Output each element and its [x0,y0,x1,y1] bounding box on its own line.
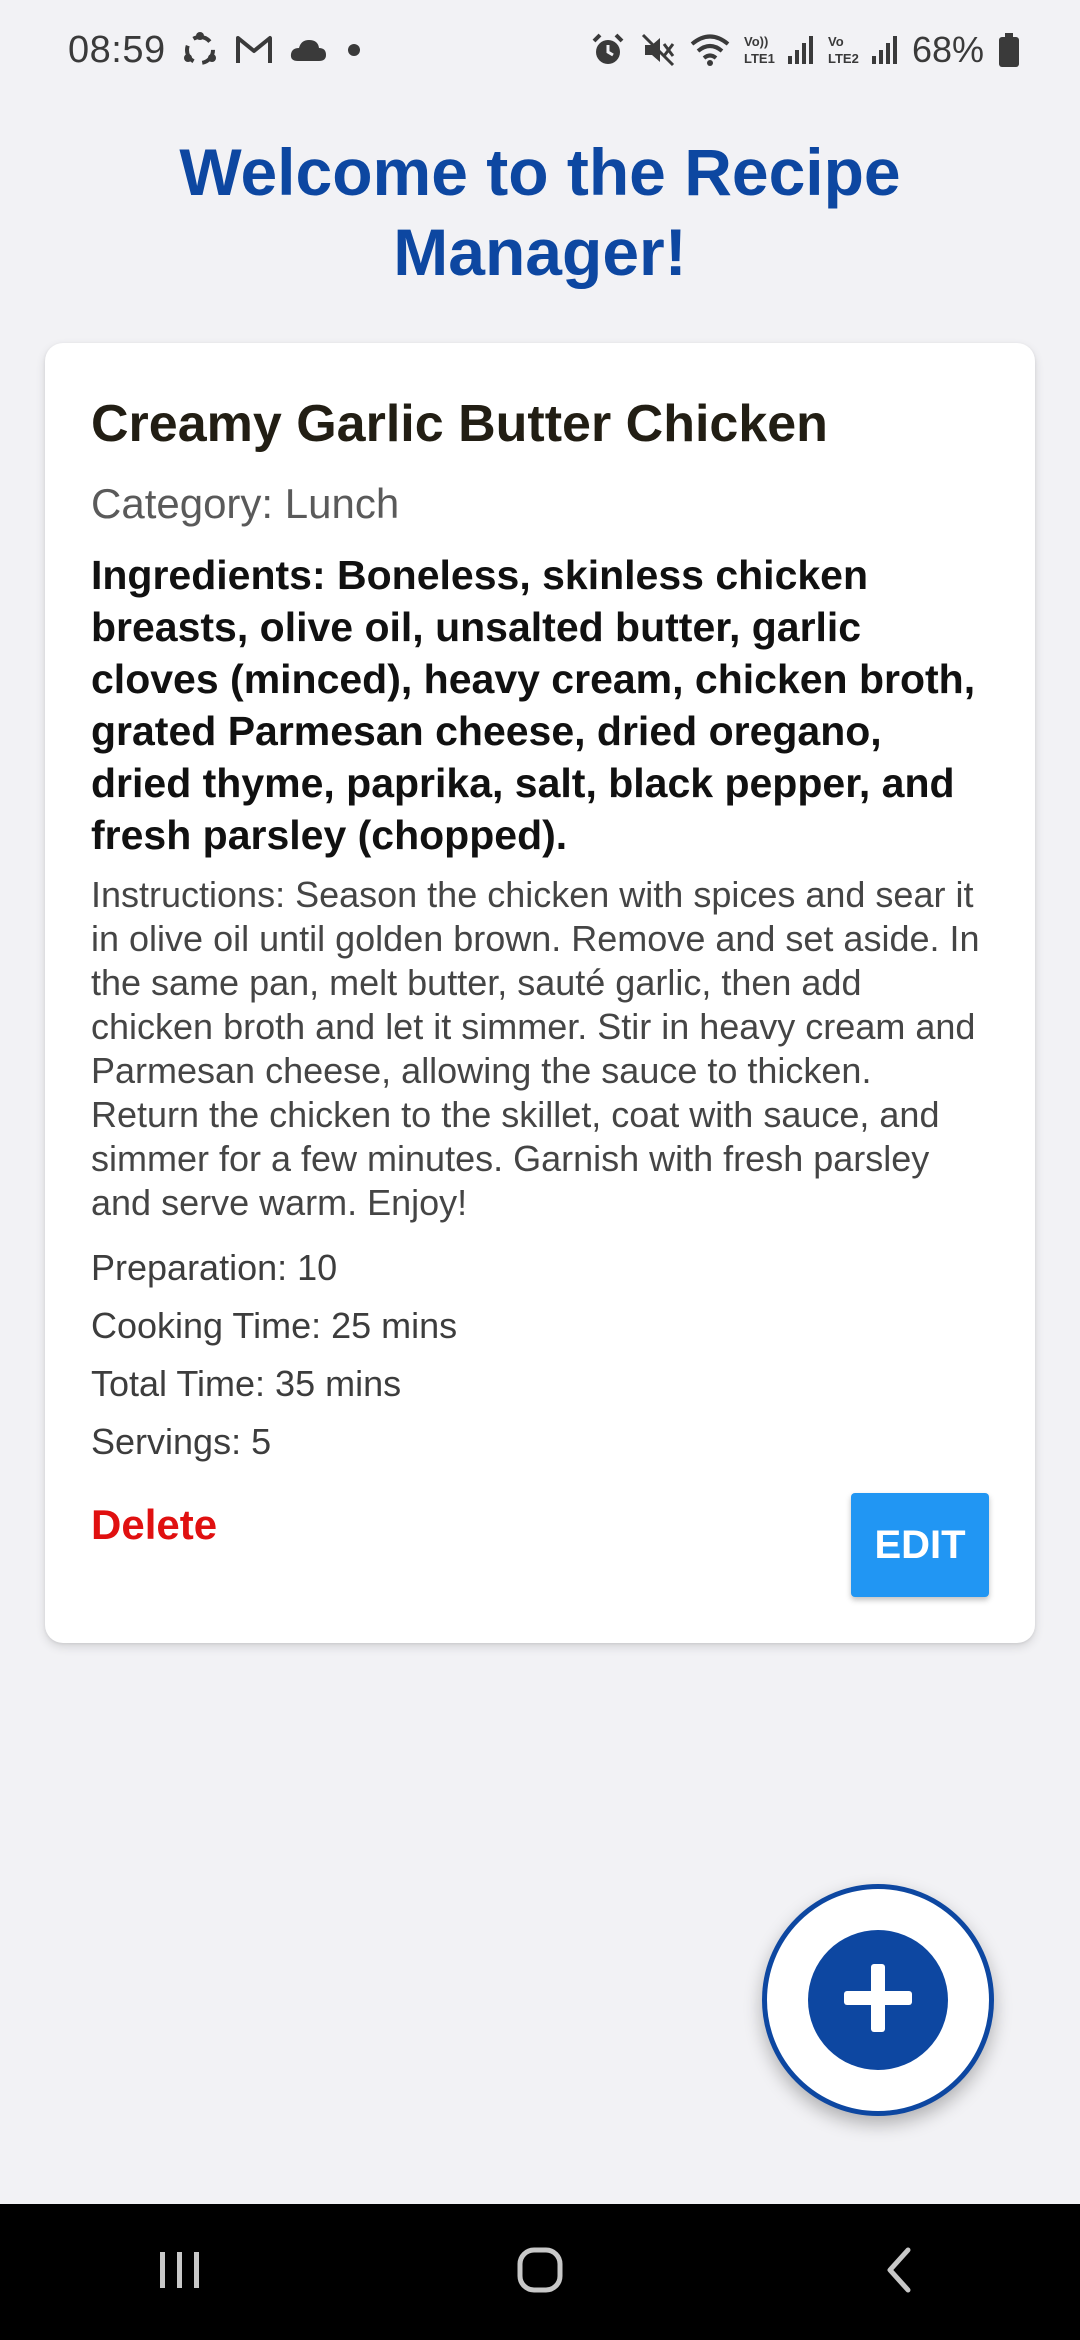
alarm-icon [590,32,626,68]
wifi-icon [690,32,730,68]
svg-text:Vo)): Vo)) [744,34,768,49]
recent-apps-icon [156,2248,204,2297]
gmail-icon [234,33,274,67]
recipe-cooking-time: Cooking Time: 25 mins [91,1305,458,1346]
recipe-name: Creamy Garlic Butter Chicken [91,395,828,453]
delete-button[interactable]: Delete [91,1501,217,1549]
home-button[interactable] [480,2222,600,2322]
cloud-icon [288,35,328,65]
back-icon [880,2245,920,2300]
battery-percentage: 68% [911,29,984,70]
svg-text:LTE1: LTE1 [744,51,775,66]
page-title: Welcome to the Recipe Manager! [0,132,1080,292]
mute-icon [640,32,676,68]
volte2-signal-icon: Vo LTE2 [828,32,898,68]
status-bar-left: 08:59 [68,29,366,72]
recent-apps-button[interactable] [120,2222,240,2322]
add-recipe-button-inner [808,1930,948,2070]
plus-icon [838,1958,918,2043]
recipe-total-time: Total Time: 35 mins [91,1363,402,1404]
page-title-line2: Manager! [393,215,687,289]
recipe-instructions: Instructions: Season the chicken with sp… [91,874,980,1223]
recipe-category: Category: Lunch [91,480,400,527]
edit-button[interactable]: EDIT [851,1493,989,1597]
svg-text:LTE2: LTE2 [828,51,859,66]
recipe-card: Creamy Garlic Butter Chicken Category: L… [45,343,1035,1643]
page-title-line1: Welcome to the Recipe [179,135,901,209]
status-time: 08:59 [68,28,166,71]
home-icon [515,2245,565,2300]
sync-icon [180,30,220,70]
svg-text:Vo: Vo [828,34,844,49]
status-bar: 08:59 Vo)) LTE1 Vo LTE2 68% [0,0,1080,100]
dot-icon [342,38,366,62]
navigation-bar [0,2204,1080,2340]
recipe-preparation: Preparation: 10 [91,1247,338,1288]
back-button[interactable] [840,2222,960,2322]
recipe-servings: Servings: 5 [91,1421,272,1462]
recipe-ingredients: Ingredients: Boneless, skinless chicken … [91,552,976,858]
status-bar-right: Vo)) LTE1 Vo LTE2 68% [590,29,1020,71]
volte1-signal-icon: Vo)) LTE1 [744,32,814,68]
battery-icon [998,32,1020,68]
add-recipe-button[interactable] [762,1884,994,2116]
